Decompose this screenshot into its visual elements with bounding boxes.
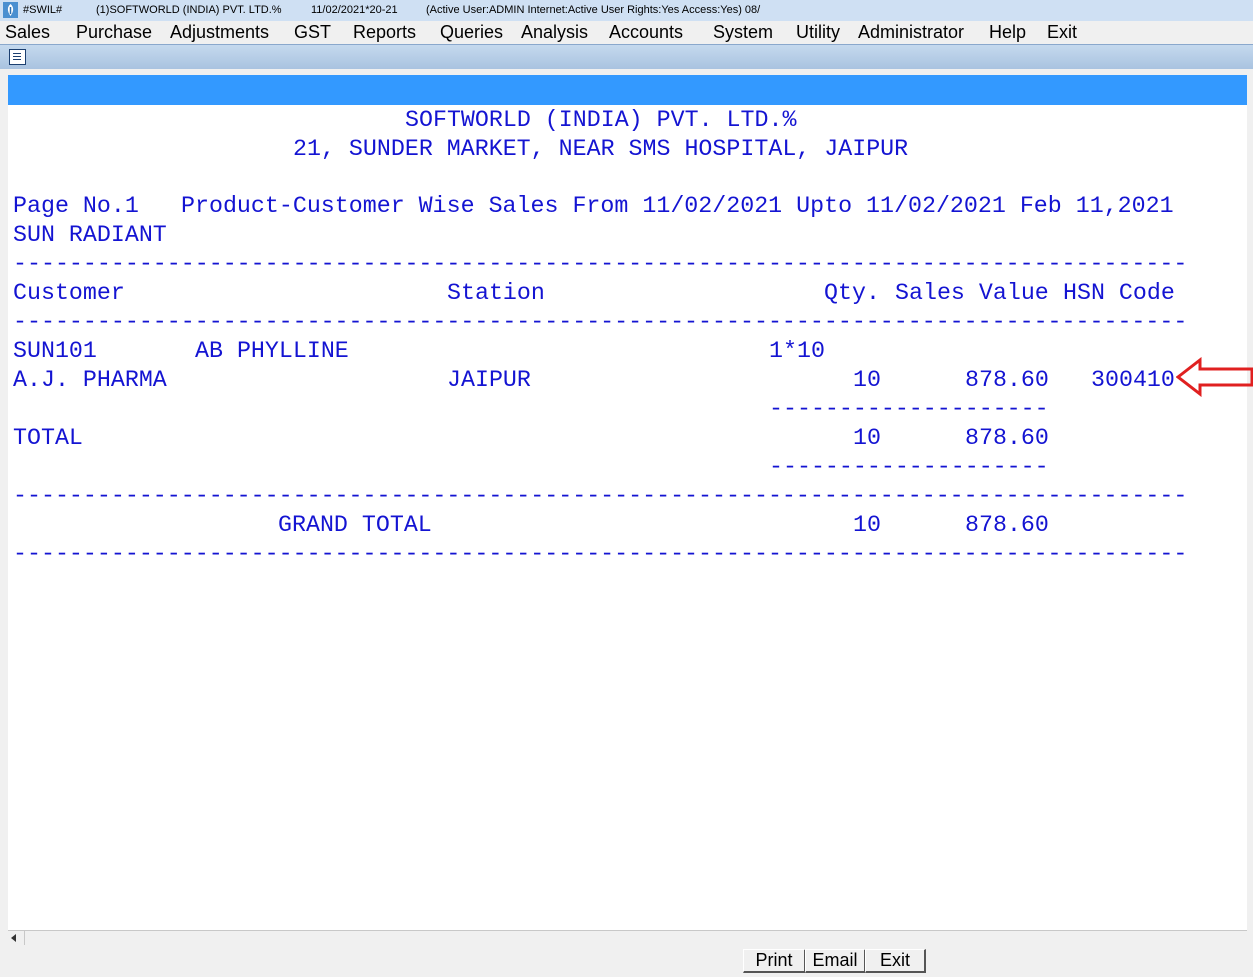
- report-title: Product-Customer Wise Sales From 11/02/2…: [181, 193, 1174, 219]
- app-name: #SWIL#: [23, 4, 63, 16]
- session-date: 11/02/2021*20-21: [311, 4, 398, 16]
- menu-administrator[interactable]: Administrator: [858, 22, 964, 43]
- menu-sales[interactable]: Sales: [5, 22, 50, 43]
- col-header-sales-value: Sales Value: [895, 280, 1049, 306]
- row-sales-value: 878.60: [965, 367, 1049, 393]
- menu-help[interactable]: Help: [989, 22, 1026, 43]
- scroll-left-icon[interactable]: [11, 934, 16, 942]
- print-button[interactable]: Print: [743, 949, 806, 973]
- separator-line: ----------------------------------------…: [13, 251, 1188, 277]
- product-group: SUN RADIANT: [13, 222, 167, 248]
- company-title: (1)SOFTWORLD (INDIA) PVT. LTD.%: [96, 4, 282, 16]
- col-header-customer: Customer: [13, 280, 125, 306]
- separator-line: ----------------------------------------…: [13, 483, 1188, 509]
- col-header-station: Station: [447, 280, 545, 306]
- menu-utility[interactable]: Utility: [796, 22, 840, 43]
- col-header-qty: Qty.: [824, 280, 880, 306]
- mdi-toolstrip: [0, 44, 1253, 69]
- row-qty: 10: [853, 367, 881, 393]
- bottom-button-bar: Print Email Exit: [0, 945, 1253, 977]
- product-code: SUN101: [13, 338, 97, 364]
- horizontal-scrollbar[interactable]: [8, 930, 1247, 945]
- total-label: TOTAL: [13, 425, 83, 451]
- report-viewer: SOFTWORLD (INDIA) PVT. LTD.% 21, SUNDER …: [8, 75, 1247, 930]
- menu-gst[interactable]: GST: [294, 22, 331, 43]
- window-menu-icon[interactable]: [9, 49, 26, 65]
- subtotal-separator: --------------------: [769, 454, 1049, 480]
- grand-total-qty: 10: [853, 512, 881, 538]
- separator-line: ----------------------------------------…: [13, 541, 1188, 567]
- grand-total-sales-value: 878.60: [965, 512, 1049, 538]
- title-bar: #SWIL# (1)SOFTWORLD (INDIA) PVT. LTD.% 1…: [0, 0, 1253, 21]
- email-button[interactable]: Email: [805, 949, 866, 973]
- menu-queries[interactable]: Queries: [440, 22, 503, 43]
- subtotal-separator: --------------------: [769, 396, 1049, 422]
- product-pack: 1*10: [769, 338, 825, 364]
- menu-accounts[interactable]: Accounts: [609, 22, 683, 43]
- report-header-band: [8, 75, 1247, 105]
- menu-exit[interactable]: Exit: [1047, 22, 1077, 43]
- customer-name: A.J. PHARMA: [13, 367, 167, 393]
- menu-purchase[interactable]: Purchase: [76, 22, 152, 43]
- grand-total-label: GRAND TOTAL: [278, 512, 432, 538]
- menu-analysis[interactable]: Analysis: [521, 22, 588, 43]
- menu-reports[interactable]: Reports: [353, 22, 416, 43]
- exit-button[interactable]: Exit: [865, 949, 926, 973]
- app-icon: [3, 2, 18, 18]
- left-arrow-annotation-icon: [1176, 357, 1253, 397]
- row-hsn-code: 300410: [1091, 367, 1175, 393]
- col-header-hsn-code: HSN Code: [1063, 280, 1175, 306]
- company-address: 21, SUNDER MARKET, NEAR SMS HOSPITAL, JA…: [293, 136, 909, 162]
- total-sales-value: 878.60: [965, 425, 1049, 451]
- total-qty: 10: [853, 425, 881, 451]
- menu-system[interactable]: System: [713, 22, 773, 43]
- customer-station: JAIPUR: [447, 367, 531, 393]
- menu-bar: Sales Purchase Adjustments GST Reports Q…: [0, 21, 1253, 44]
- session-status: (Active User:ADMIN Internet:Active User …: [426, 4, 761, 16]
- menu-adjustments[interactable]: Adjustments: [170, 22, 269, 43]
- separator-line: ----------------------------------------…: [13, 309, 1188, 335]
- page-number: Page No.1: [13, 193, 139, 219]
- company-name: SOFTWORLD (INDIA) PVT. LTD.%: [405, 107, 797, 133]
- product-name: AB PHYLLINE: [195, 338, 349, 364]
